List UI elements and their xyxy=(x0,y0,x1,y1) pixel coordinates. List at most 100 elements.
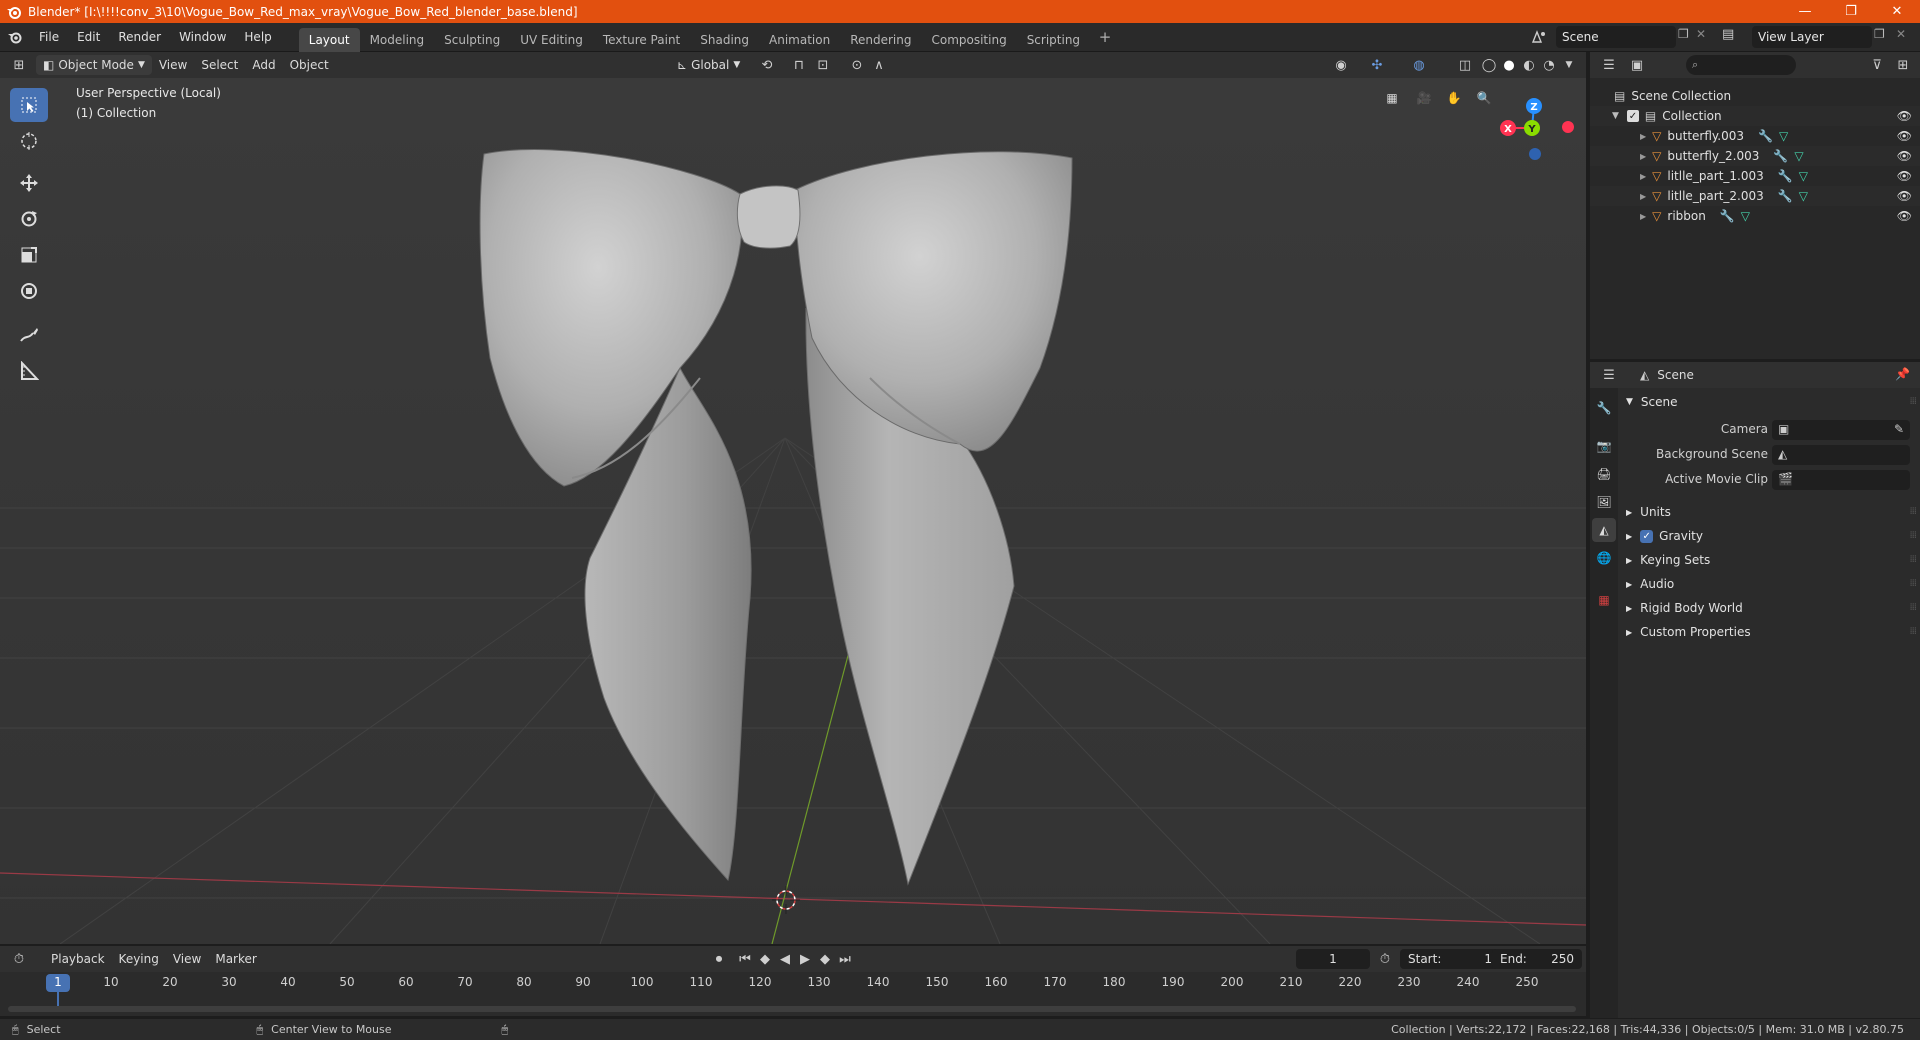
outliner-object[interactable]: ▶ ▽ litlle_part_2.003 🔧 ▽ 👁 xyxy=(1590,186,1920,206)
jump-keyframe-back-icon[interactable]: ◆ xyxy=(754,949,776,969)
modifier-wrench-icon[interactable]: 🔧 xyxy=(1773,149,1788,163)
close-button[interactable]: ✕ xyxy=(1874,0,1920,23)
view-layer-icon[interactable]: ▤ xyxy=(1722,27,1734,42)
display-mode-icon[interactable]: ▣ xyxy=(1626,55,1648,75)
outliner-search-input[interactable]: ⌕ xyxy=(1686,55,1796,75)
mesh-data-icon[interactable]: ▽ xyxy=(1799,169,1808,183)
minimize-button[interactable]: — xyxy=(1782,0,1828,23)
expand-arrow-icon[interactable]: ▶ xyxy=(1640,132,1646,141)
outliner-object[interactable]: ▶ ▽ litlle_part_1.003 🔧 ▽ 👁 xyxy=(1590,166,1920,186)
pan-view-icon[interactable]: ✋ xyxy=(1440,84,1468,112)
gizmo-toggle-icon[interactable]: ✣ xyxy=(1366,55,1388,75)
tab-scripting[interactable]: Scripting xyxy=(1017,28,1090,52)
view-layer-delete-icon[interactable]: ✕ xyxy=(1896,27,1906,41)
rotate-tool[interactable] xyxy=(10,202,48,236)
menu-file[interactable]: File xyxy=(30,26,68,48)
cursor-tool[interactable] xyxy=(10,124,48,158)
modifier-wrench-icon[interactable]: 🔧 xyxy=(1778,169,1793,183)
expand-arrow-icon[interactable]: ▶ xyxy=(1640,172,1646,181)
visibility-eye-icon[interactable]: 👁 xyxy=(1897,209,1912,223)
menu-marker[interactable]: Marker xyxy=(208,949,263,969)
rigid-body-world-panel-header[interactable]: ▶ Rigid Body World xyxy=(1626,598,1743,618)
expand-arrow-icon[interactable]: ▶ xyxy=(1640,192,1646,201)
expand-arrow-icon[interactable]: ▼ xyxy=(1612,111,1619,121)
timeline-editor-type-icon[interactable]: ⏱ xyxy=(8,949,30,969)
tab-layout[interactable]: Layout xyxy=(298,27,360,52)
visibility-icon[interactable]: ◉ xyxy=(1330,55,1352,75)
timeline-area[interactable]: 1 10 20 30 40 50 60 70 80 90 100 110 120… xyxy=(0,972,1586,1016)
drag-grip-icon[interactable]: ⁞⁞⁞ xyxy=(1909,530,1916,541)
tab-modeling[interactable]: Modeling xyxy=(360,28,435,52)
orientation-dropdown[interactable]: ⊾ Global ▼ xyxy=(670,55,747,75)
play-reverse-icon[interactable]: ◀ xyxy=(774,949,796,969)
end-frame-field[interactable]: End: 250 xyxy=(1492,949,1582,969)
modifier-wrench-icon[interactable]: 🔧 xyxy=(1778,189,1793,203)
scene-panel-header[interactable]: ▼ Scene xyxy=(1626,392,1678,412)
3d-viewport[interactable]: Z X Y User Perspective (Local) (1) Colle… xyxy=(0,78,1586,944)
drag-grip-icon[interactable]: ⁞⁞⁞ xyxy=(1909,626,1916,637)
menu-keying[interactable]: Keying xyxy=(112,949,166,969)
rendered-shading-icon[interactable]: ◔ xyxy=(1538,55,1560,75)
menu-window[interactable]: Window xyxy=(170,26,235,48)
menu-help[interactable]: Help xyxy=(235,26,280,48)
filter-icon[interactable]: ⊽ xyxy=(1866,55,1888,75)
tab-animation[interactable]: Animation xyxy=(759,28,840,52)
collection-checkbox[interactable]: ✓ xyxy=(1626,110,1639,122)
timeline-scrollbar[interactable] xyxy=(8,1006,1576,1012)
properties-editor-type-icon[interactable]: ☰ xyxy=(1598,365,1620,385)
camera-field[interactable]: ▣ ✎ xyxy=(1772,420,1910,440)
mesh-data-icon[interactable]: ▽ xyxy=(1741,209,1750,223)
zoom-view-icon[interactable]: 🔍 xyxy=(1470,84,1498,112)
tab-uv-editing[interactable]: UV Editing xyxy=(510,28,593,52)
wireframe-shading-icon[interactable]: ◯ xyxy=(1478,55,1500,75)
mesh-data-icon[interactable]: ▽ xyxy=(1794,149,1803,163)
menu-render[interactable]: Render xyxy=(109,26,170,48)
menu-view[interactable]: View xyxy=(152,55,194,75)
visibility-eye-icon[interactable]: 👁 xyxy=(1897,189,1912,203)
scene-delete-icon[interactable]: ✕ xyxy=(1696,27,1706,41)
shading-options-icon[interactable]: ▼ xyxy=(1558,55,1580,75)
scene-copy-icon[interactable]: ❐ xyxy=(1678,27,1689,41)
eyedropper-icon[interactable]: ✎ xyxy=(1894,422,1904,436)
outliner-object[interactable]: ▶ ▽ butterfly.003 🔧 ▽ 👁 xyxy=(1590,126,1920,146)
jump-end-icon[interactable]: ⏭ xyxy=(834,949,856,969)
menu-object[interactable]: Object xyxy=(283,55,336,75)
move-tool[interactable] xyxy=(10,166,48,200)
expand-arrow-icon[interactable]: ▶ xyxy=(1640,152,1646,161)
world-tab-icon[interactable]: 🌐 xyxy=(1592,546,1616,570)
menu-add[interactable]: Add xyxy=(245,55,282,75)
keying-sets-panel-header[interactable]: ▶ Keying Sets xyxy=(1626,550,1710,570)
mesh-data-icon[interactable]: ▽ xyxy=(1799,189,1808,203)
scene-selector-icon[interactable] xyxy=(1526,27,1552,47)
background-scene-field[interactable]: ◭ xyxy=(1772,445,1910,465)
start-frame-field[interactable]: Start: 1 xyxy=(1400,949,1500,969)
snap-target-icon[interactable]: ⊡ xyxy=(812,55,834,75)
outliner-object[interactable]: ▶ ▽ butterfly_2.003 🔧 ▽ 👁 xyxy=(1590,146,1920,166)
view-layer-field[interactable]: View Layer xyxy=(1752,26,1872,48)
visibility-eye-icon[interactable]: 👁 xyxy=(1897,149,1912,163)
tool-settings-tab-icon[interactable]: 🔧 xyxy=(1592,396,1616,420)
xray-toggle-icon[interactable]: ◫ xyxy=(1454,55,1476,75)
camera-view-icon[interactable]: 🎥 xyxy=(1410,84,1438,112)
texture-tab-icon[interactable]: ▦ xyxy=(1592,588,1616,612)
active-movie-clip-field[interactable]: 🎬 xyxy=(1772,470,1910,490)
tab-sculpting[interactable]: Sculpting xyxy=(434,28,510,52)
current-frame-field[interactable]: 1 xyxy=(1296,949,1370,969)
tab-texture-paint[interactable]: Texture Paint xyxy=(593,28,690,52)
toggle-camera-view-icon[interactable]: ▦ xyxy=(1378,84,1406,112)
scene-tab-icon[interactable]: ◭ xyxy=(1592,518,1616,542)
bow-knot[interactable] xyxy=(736,185,801,249)
view-layer-copy-icon[interactable]: ❐ xyxy=(1874,27,1885,41)
output-tab-icon[interactable]: 🖨 xyxy=(1592,462,1616,486)
menu-select[interactable]: Select xyxy=(194,55,245,75)
audio-panel-header[interactable]: ▶ Audio xyxy=(1626,574,1674,594)
visibility-eye-icon[interactable]: 👁 xyxy=(1897,169,1912,183)
visibility-eye-icon[interactable]: 👁 xyxy=(1897,129,1912,143)
drag-grip-icon[interactable]: ⁞⁞⁞ xyxy=(1909,602,1916,613)
gravity-panel-header[interactable]: ▶ ✓ Gravity xyxy=(1626,526,1703,546)
outliner-collection[interactable]: ▼ ✓ ▤ Collection 👁 xyxy=(1590,106,1920,126)
jump-keyframe-forward-icon[interactable]: ◆ xyxy=(814,949,836,969)
mode-dropdown[interactable]: ◧ Object Mode ▼ xyxy=(36,55,152,75)
menu-playback[interactable]: Playback xyxy=(44,949,112,969)
render-tab-icon[interactable]: 📷 xyxy=(1592,434,1616,458)
